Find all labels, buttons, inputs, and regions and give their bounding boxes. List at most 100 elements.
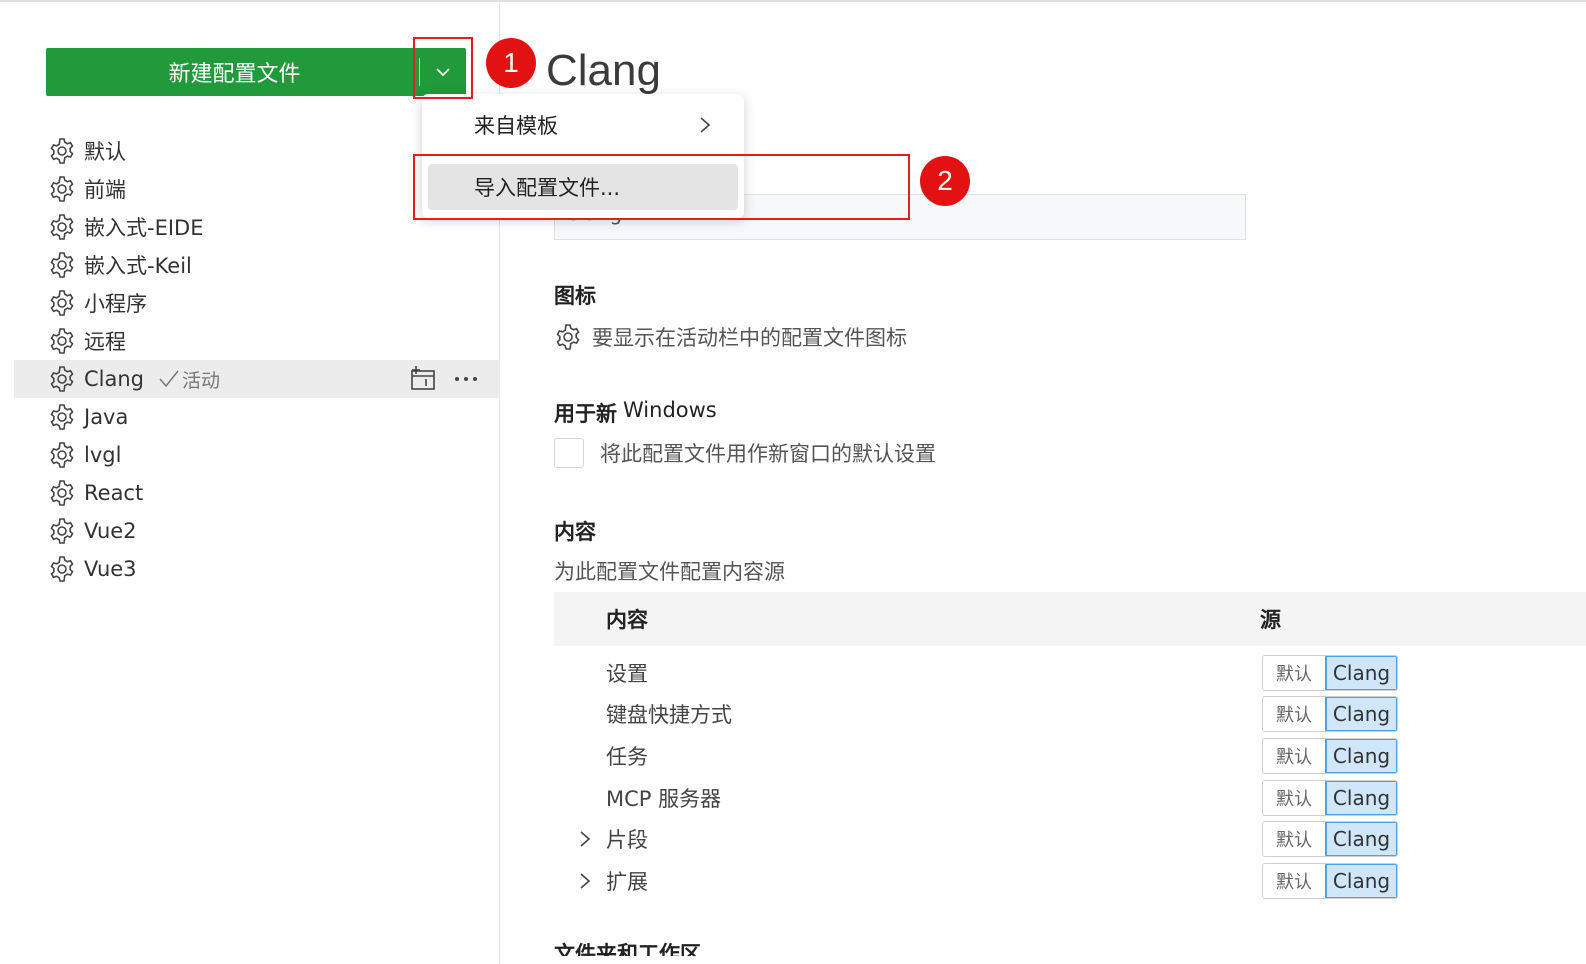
more-actions-icon[interactable] [454, 375, 478, 383]
row-label-text: 设置 [606, 661, 648, 686]
source-toggle: 默认 Clang [1262, 821, 1398, 858]
profile-item-java[interactable]: Java [14, 398, 500, 436]
row-label: MCP 服务器 [554, 783, 1260, 813]
gear-icon [48, 479, 76, 507]
gear-icon [48, 213, 76, 241]
active-label: 活动 [182, 369, 221, 392]
profile-label: 嵌入式-EIDE [84, 216, 204, 240]
profile-label: Clang [84, 367, 145, 391]
row-label-text: MCP 服务器 [606, 786, 722, 811]
menu-item-label: 来自模板 [474, 114, 558, 138]
highlight-box-import [413, 154, 910, 220]
active-badge: 活动 [158, 366, 220, 393]
default-window-row: 将此配置文件用作新窗口的默认设置 [554, 438, 936, 468]
chevron-right-icon[interactable] [578, 871, 592, 891]
windows-heading-word: Windows [623, 398, 717, 422]
gear-icon [48, 555, 76, 583]
profile-label: 小程序 [84, 292, 147, 316]
profile-label: 前端 [84, 178, 126, 202]
source-toggle: 默认 Clang [1262, 862, 1398, 899]
new-profile-button[interactable]: 新建配置文件 [46, 48, 466, 96]
row-label-text: 键盘快捷方式 [606, 703, 732, 728]
content-sources-table: 内容 源 设置 默认 Clang 键盘快捷方式 默认 Clang 任务 默认 Clang MCP … [554, 592, 1586, 902]
source-default-option[interactable]: 默认 [1263, 655, 1325, 690]
profile-item-remote[interactable]: 远程 [14, 322, 500, 360]
source-default-option[interactable]: 默认 [1263, 780, 1325, 815]
source-toggle: 默认 Clang [1262, 654, 1398, 691]
content-description: 为此配置文件配置内容源 [554, 560, 785, 584]
profile-item-miniprogram[interactable]: 小程序 [14, 284, 500, 322]
profile-label: React [84, 481, 144, 505]
gear-icon [48, 137, 76, 165]
gear-icon [48, 289, 76, 317]
table-row: MCP 服务器 默认 Clang [554, 777, 1586, 819]
profile-item-vue3[interactable]: Vue3 [14, 550, 500, 588]
row-label: 设置 [554, 658, 1260, 688]
source-default-option[interactable]: 默认 [1263, 738, 1325, 773]
menu-item-from-template[interactable]: 来自模板 [428, 102, 738, 148]
source-clang-option[interactable]: Clang [1325, 697, 1397, 732]
row-actions [408, 360, 478, 398]
source-toggle: 默认 Clang [1262, 737, 1398, 774]
profile-label: Vue2 [84, 519, 137, 543]
table-header: 内容 源 [554, 592, 1586, 646]
source-clang-option[interactable]: Clang [1325, 738, 1397, 773]
row-label: 任务 [554, 741, 1260, 771]
profile-item-vue2[interactable]: Vue2 [14, 512, 500, 550]
table-row: 片段 默认 Clang [554, 818, 1586, 860]
source-toggle: 默认 Clang [1262, 696, 1398, 733]
row-label-text: 片段 [606, 828, 648, 853]
check-icon [159, 370, 179, 388]
source-clang-option[interactable]: Clang [1325, 780, 1397, 815]
windows-heading-prefix: 用于新 [554, 402, 617, 426]
icon-description: 要显示在活动栏中的配置文件图标 [592, 326, 907, 350]
gear-icon [48, 517, 76, 545]
profile-label: Java [84, 405, 129, 429]
profile-item-embedded-keil[interactable]: 嵌入式-Keil [14, 246, 500, 284]
gear-icon [48, 403, 76, 431]
profile-label: lvgl [84, 443, 122, 467]
folders-workspaces-heading: 文件夹和工作区 [554, 942, 701, 956]
profile-item-clang[interactable]: Clang 活动 [14, 360, 500, 398]
profile-label: 远程 [84, 330, 126, 354]
gear-icon[interactable] [554, 323, 582, 351]
row-label[interactable]: 片段 [554, 824, 1260, 854]
row-label-text: 任务 [606, 744, 648, 769]
profile-label: 嵌入式-Keil [84, 254, 192, 278]
profile-item-lvgl[interactable]: lvgl [14, 436, 500, 474]
table-row: 设置 默认 Clang [554, 652, 1586, 694]
default-window-label: 将此配置文件用作新窗口的默认设置 [600, 442, 936, 466]
gear-icon [48, 175, 76, 203]
table-row: 任务 默认 Clang [554, 735, 1586, 777]
content-heading: 内容 [554, 520, 596, 544]
gear-icon [48, 441, 76, 469]
source-clang-option[interactable]: Clang [1325, 655, 1397, 690]
new-window-icon[interactable] [408, 366, 436, 392]
row-label-text: 扩展 [606, 869, 648, 894]
source-clang-option[interactable]: Clang [1325, 822, 1397, 857]
new-profile-label[interactable]: 新建配置文件 [46, 56, 419, 88]
column-content: 内容 [606, 608, 648, 632]
table-row: 键盘快捷方式 默认 Clang [554, 694, 1586, 736]
gear-icon [48, 365, 76, 393]
source-clang-option[interactable]: Clang [1325, 863, 1397, 898]
icon-picker-row: 要显示在活动栏中的配置文件图标 [554, 322, 907, 352]
default-window-checkbox[interactable] [554, 438, 584, 468]
gear-icon [48, 327, 76, 355]
row-label[interactable]: 扩展 [554, 866, 1260, 896]
windows-heading: 用于新 Windows [554, 398, 717, 428]
table-row: 扩展 默认 Clang [554, 860, 1586, 902]
row-label: 键盘快捷方式 [554, 699, 1260, 729]
highlight-box-dropdown [413, 37, 473, 99]
source-default-option[interactable]: 默认 [1263, 863, 1325, 898]
source-default-option[interactable]: 默认 [1263, 697, 1325, 732]
page-title: Clang [546, 46, 661, 95]
source-default-option[interactable]: 默认 [1263, 822, 1325, 857]
icon-heading: 图标 [554, 284, 596, 308]
profile-item-react[interactable]: React [14, 474, 500, 512]
step-badge-1: 1 [486, 38, 536, 88]
source-toggle: 默认 Clang [1262, 779, 1398, 816]
profile-label: Vue3 [84, 557, 137, 581]
chevron-right-icon[interactable] [578, 829, 592, 849]
gear-icon [48, 251, 76, 279]
